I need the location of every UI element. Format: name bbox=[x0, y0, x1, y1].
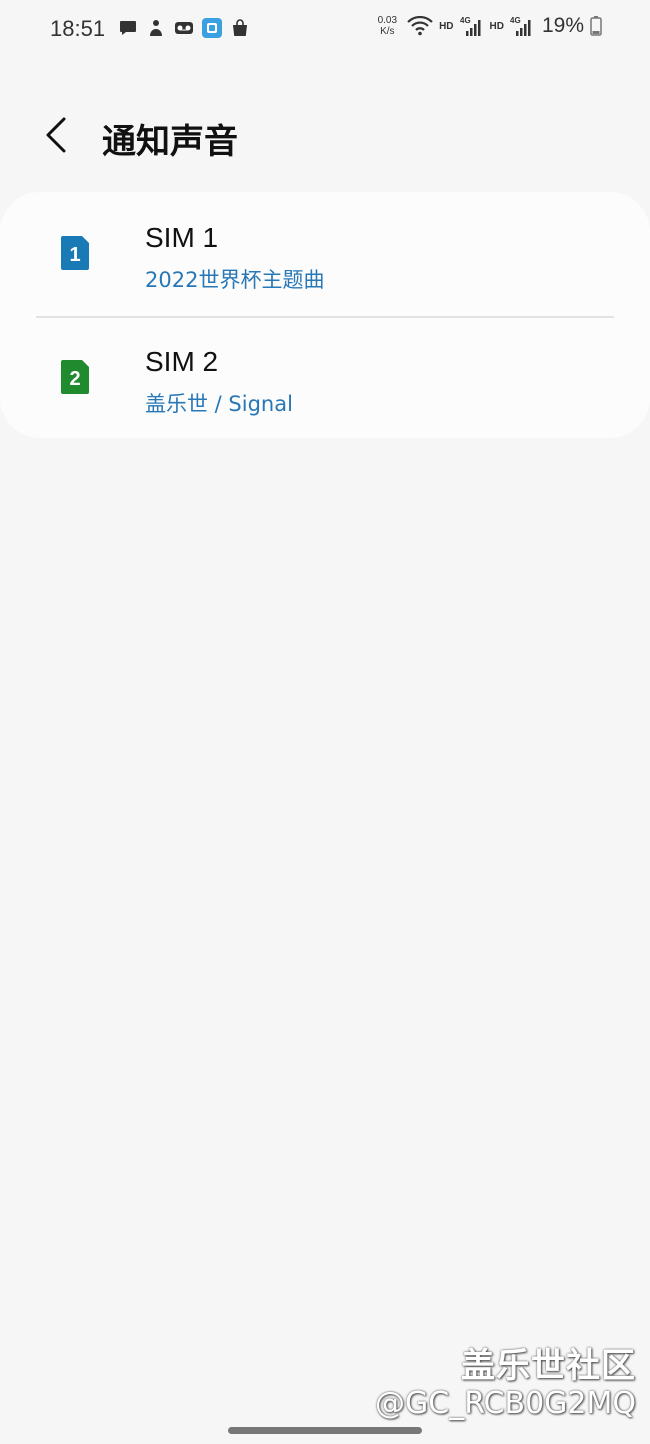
netspeed-value: 0.03 bbox=[377, 15, 398, 26]
watermark-title: 盖乐世社区 bbox=[461, 1346, 636, 1386]
sim1-title: SIM 1 bbox=[145, 222, 219, 253]
battery-icon bbox=[590, 16, 602, 36]
sim2-badge: 2 bbox=[69, 368, 80, 390]
page-title: 通知声音 bbox=[102, 122, 238, 162]
person-icon bbox=[150, 20, 162, 36]
voicemail-icon bbox=[175, 22, 193, 34]
svg-text:4G: 4G bbox=[510, 16, 521, 25]
wifi-icon bbox=[407, 16, 433, 36]
status-bar: 18:51 0.03 K/s HD 4G HD 4G 19% bbox=[0, 0, 650, 60]
notification-icons bbox=[118, 18, 250, 38]
message-icon bbox=[120, 21, 136, 35]
netspeed-unit: K/s bbox=[380, 26, 395, 37]
sim2-row[interactable]: 2 SIM 2 盖乐世 / Signal bbox=[0, 316, 650, 438]
sim1-row[interactable]: 1 SIM 1 2022世界杯主题曲 bbox=[0, 192, 650, 314]
shopping-bag-icon bbox=[233, 19, 247, 36]
watermark-handle: @GC_RCB0G2MQ bbox=[375, 1386, 636, 1421]
sim2-icon: 2 bbox=[61, 360, 89, 394]
app-icon bbox=[202, 18, 222, 38]
svg-text:4G: 4G bbox=[460, 16, 471, 25]
hd-indicator-1: HD bbox=[439, 20, 454, 32]
list-divider bbox=[36, 316, 614, 318]
chevron-left-icon bbox=[46, 117, 66, 153]
sim-list-card: 1 SIM 1 2022世界杯主题曲 2 SIM 2 盖乐世 / Signal bbox=[0, 192, 650, 438]
sim1-badge: 1 bbox=[69, 244, 80, 266]
network-speed: 0.03 K/s bbox=[378, 15, 397, 37]
back-button[interactable] bbox=[36, 110, 76, 160]
signal-4g-icon: 4G bbox=[510, 16, 531, 36]
gesture-nav-bar[interactable] bbox=[228, 1427, 422, 1434]
sim1-ringtone: 2022世界杯主题曲 bbox=[145, 268, 325, 292]
hd-indicator-2: HD bbox=[489, 20, 504, 32]
sim2-title: SIM 2 bbox=[145, 346, 219, 377]
sim2-ringtone: 盖乐世 / Signal bbox=[145, 392, 293, 416]
status-time: 18:51 bbox=[50, 16, 106, 41]
sim1-icon: 1 bbox=[61, 236, 89, 270]
battery-percent: 19% bbox=[541, 14, 584, 37]
status-indicators: 0.03 K/s HD 4G HD 4G 19% bbox=[378, 14, 602, 38]
app-header: 通知声音 bbox=[0, 96, 650, 176]
signal-4g-icon: 4G bbox=[460, 16, 481, 36]
